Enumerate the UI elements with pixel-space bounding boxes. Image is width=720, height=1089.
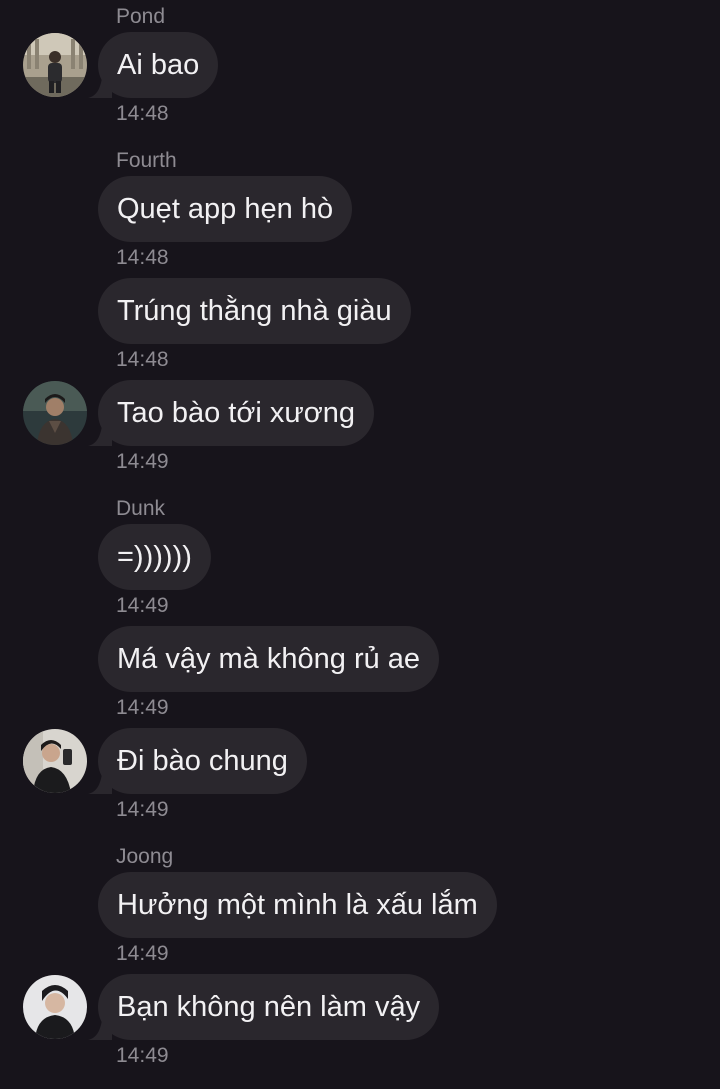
message-text: Bạn không nên làm vậy [117,990,421,1023]
timestamp: 14:48 [116,102,169,125]
bubble-tail [88,1020,112,1040]
message-text: Ai bao [117,48,200,81]
message-text: Tao bào tới xương [117,396,356,429]
timestamp: 14:48 [116,348,169,371]
bubble-tail [88,774,112,794]
timestamp: 14:49 [116,594,169,617]
message-bubble[interactable]: =)))))) [98,524,211,590]
message-text: =)))))) [117,540,192,573]
message-bubble[interactable]: Quẹt app hẹn hò [98,176,353,242]
timestamp: 14:48 [116,246,169,269]
message-text: Trúng thằng nhà giàu [117,294,392,327]
sender-name: Pond [116,5,166,28]
message-bubble[interactable]: Trúng thằng nhà giàu [98,278,411,344]
message-bubble[interactable]: Ai bao [88,32,219,98]
message-text: Má vậy mà không rủ ae [117,642,421,675]
timestamp: 14:49 [116,798,169,821]
message-text: Quẹt app hẹn hò [117,192,334,225]
message-bubble[interactable]: Má vậy mà không rủ ae [98,626,440,692]
timestamp: 14:49 [116,1044,169,1067]
timestamp: 14:49 [116,450,169,473]
message-bubble[interactable]: Bạn không nên làm vậy [88,974,440,1040]
sender-name: Joong [116,845,174,868]
bubble-tail [88,78,112,98]
bubble-tail [88,426,112,446]
message-bubble[interactable]: Hưởng một mình là xấu lắm [98,872,497,938]
avatar[interactable] [23,729,87,793]
avatar[interactable] [23,381,87,445]
timestamp: 14:49 [116,942,169,965]
sender-name: Fourth [116,149,177,172]
message-text: Hưởng một mình là xấu lắm [117,888,478,921]
message-bubble[interactable]: Tao bào tới xương [88,380,375,446]
message-bubble[interactable]: Đi bào chung [88,728,307,794]
avatar[interactable] [23,975,87,1039]
avatar[interactable] [23,33,87,97]
message-text: Đi bào chung [117,744,288,777]
timestamp: 14:49 [116,696,169,719]
sender-name: Dunk [116,497,166,520]
